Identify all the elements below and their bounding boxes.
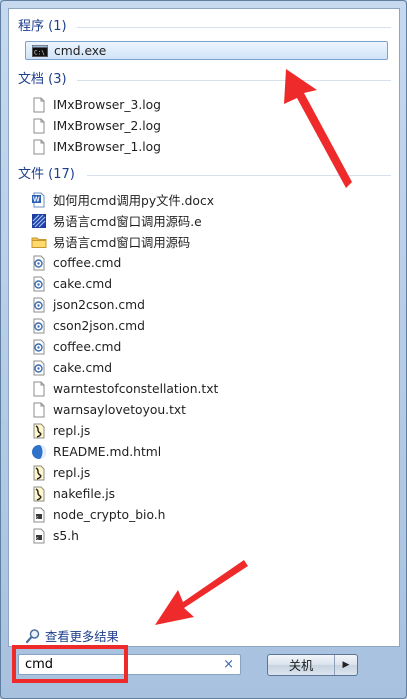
group-header-programs[interactable]: 程序 (1): [18, 17, 67, 37]
header-file-icon: c: [31, 528, 47, 544]
shutdown-label: 关机: [288, 659, 314, 673]
svg-text:C:\: C:\: [34, 49, 45, 56]
cmd-icon: C:\: [32, 43, 48, 59]
result-item[interactable]: coffee.cmd: [25, 253, 388, 273]
result-label: warnsaylovetoyou.txt: [53, 403, 186, 417]
result-label: node_crypto_bio.h: [53, 508, 166, 522]
svg-text:c: c: [36, 535, 38, 540]
result-label: nakefile.js: [53, 487, 116, 501]
result-label: repl.js: [53, 466, 91, 480]
result-item[interactable]: 易语言cmd窗口调用源码: [25, 232, 388, 252]
group-header-files[interactable]: 文件 (17): [18, 165, 75, 185]
cmd-script-icon: [31, 318, 47, 334]
result-label: IMxBrowser_3.log: [53, 98, 161, 112]
result-label: IMxBrowser_1.log: [53, 140, 161, 154]
word-icon: W: [31, 192, 47, 208]
js-file-icon: [31, 486, 47, 502]
js-file-icon: [31, 423, 47, 439]
result-label: 易语言cmd窗口调用源码.e: [53, 215, 202, 229]
result-item[interactable]: cson2json.cmd: [25, 316, 388, 336]
result-item[interactable]: coffee.cmd: [25, 337, 388, 357]
clear-x-icon[interactable]: ×: [223, 657, 234, 672]
result-label: coffee.cmd: [53, 340, 122, 354]
see-more-results-link[interactable]: 查看更多结果: [25, 627, 119, 645]
html-file-icon: [31, 444, 47, 460]
svg-text:W: W: [33, 197, 40, 204]
result-label: 如何用cmd调用py文件.docx: [53, 194, 214, 208]
search-results-panel: 程序 (1) C:\ cmd.exe 文档 (3) IMxBrowser_3.l…: [8, 8, 400, 647]
see-more-label: 查看更多结果: [45, 630, 119, 644]
result-label: warntestofconstellation.txt: [53, 382, 219, 396]
result-item[interactable]: IMxBrowser_2.log: [25, 116, 388, 136]
folder-icon: [31, 234, 47, 250]
group-header-documents[interactable]: 文档 (3): [18, 70, 67, 90]
result-item[interactable]: repl.js: [25, 463, 388, 483]
svg-text:c: c: [36, 514, 38, 519]
cmd-script-icon: [31, 276, 47, 292]
result-item[interactable]: IMxBrowser_3.log: [25, 95, 388, 115]
result-label: repl.js: [53, 424, 91, 438]
result-item[interactable]: C:\ cmd.exe: [25, 41, 388, 60]
result-item[interactable]: W 如何用cmd调用py文件.docx: [25, 190, 388, 210]
js-file-icon: [31, 465, 47, 481]
result-label: cake.cmd: [53, 277, 112, 291]
result-label: README.md.html: [53, 445, 162, 459]
result-item[interactable]: warntestofconstellation.txt: [25, 379, 388, 399]
result-item[interactable]: json2cson.cmd: [25, 295, 388, 315]
triangle-right-icon[interactable]: ▶: [335, 660, 357, 670]
e-source-icon: [31, 213, 47, 229]
result-item[interactable]: c s5.h: [25, 526, 388, 546]
result-label: cmd.exe: [54, 43, 107, 58]
result-item[interactable]: 易语言cmd窗口调用源码.e: [25, 211, 388, 231]
text-file-icon: [31, 118, 47, 134]
result-label: s5.h: [53, 529, 79, 543]
text-file-icon: [31, 139, 47, 155]
cmd-script-icon: [31, 339, 47, 355]
result-item[interactable]: repl.js: [25, 421, 388, 441]
text-file-icon: [31, 402, 47, 418]
result-label: cake.cmd: [53, 361, 112, 375]
result-item[interactable]: nakefile.js: [25, 484, 388, 504]
result-item[interactable]: warnsaylovetoyou.txt: [25, 400, 388, 420]
result-label: coffee.cmd: [53, 256, 122, 270]
text-file-icon: [31, 97, 47, 113]
magnifier-icon: [25, 628, 41, 644]
result-item[interactable]: cake.cmd: [25, 274, 388, 294]
result-label: 易语言cmd窗口调用源码: [53, 236, 191, 250]
text-file-icon: [31, 381, 47, 397]
result-item[interactable]: cake.cmd: [25, 358, 388, 378]
annotation-highlight-box: [12, 645, 128, 683]
result-item[interactable]: README.md.html: [25, 442, 388, 462]
result-item[interactable]: c node_crypto_bio.h: [25, 505, 388, 525]
result-label: IMxBrowser_2.log: [53, 119, 161, 133]
result-item[interactable]: IMxBrowser_1.log: [25, 137, 388, 157]
cmd-script-icon: [31, 255, 47, 271]
cmd-script-icon: [31, 360, 47, 376]
shutdown-button[interactable]: 关机 ▶: [267, 654, 358, 676]
result-label: json2cson.cmd: [53, 298, 145, 312]
result-label: cson2json.cmd: [53, 319, 145, 333]
header-file-icon: c: [31, 507, 47, 523]
cmd-script-icon: [31, 297, 47, 313]
